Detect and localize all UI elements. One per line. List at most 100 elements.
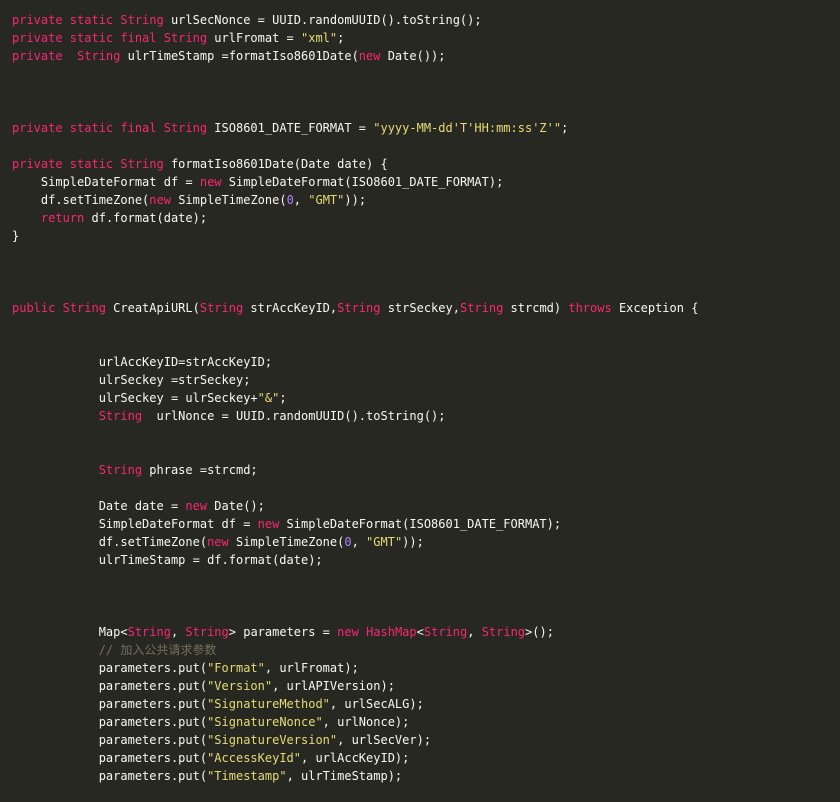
code-text: ulrSeckey = ulrSeckey+ [12, 391, 258, 405]
code-line: SimpleDateFormat df = new SimpleDateForm… [12, 515, 840, 533]
code-text: Map< [12, 625, 128, 639]
code-text: SimpleDateFormat(ISO8601_DATE_FORMAT); [221, 175, 504, 189]
code-line: SimpleDateFormat df = new SimpleDateForm… [12, 173, 840, 191]
code-text: phrase =strcmd; [142, 463, 258, 477]
code-text: strcmd) [503, 301, 569, 315]
code-editor[interactable]: private static String urlSecNonce = UUID… [12, 11, 840, 785]
code-text: ulrSeckey =strSeckey; [12, 373, 251, 387]
code-keyword: new [257, 517, 280, 531]
code-text: Date date = [12, 499, 186, 513]
code-keyword: new [199, 175, 222, 189]
code-string: "&" [257, 391, 280, 405]
code-text: Exception { [611, 301, 699, 315]
code-string: "yyyy-MM-dd'T'HH:mm:ss'Z'" [373, 121, 562, 135]
code-text: Date(); [207, 499, 265, 513]
code-keyword: private static final String [12, 31, 208, 45]
code-text: urlAccKeyID=strAccKeyID; [12, 355, 273, 369]
code-text: ulrTimeStamp = df.format(date); [12, 553, 323, 567]
code-line: String phrase =strcmd; [12, 461, 840, 479]
code-line: private static String urlSecNonce = UUID… [12, 11, 840, 29]
code-line: String urlNonce = UUID.randomUUID().toSt… [12, 407, 840, 425]
code-keyword: String [98, 463, 143, 477]
code-line: parameters.put("SignatureNonce", urlNonc… [12, 713, 840, 731]
code-text: , [293, 193, 309, 207]
code-keyword: String [98, 409, 143, 423]
code-text: parameters.put( [12, 715, 208, 729]
code-line: df.setTimeZone(new SimpleTimeZone(0, "GM… [12, 191, 840, 209]
code-text: parameters.put( [12, 769, 208, 783]
code-line: ulrTimeStamp = df.format(date); [12, 551, 840, 569]
code-text: parameters.put( [12, 679, 208, 693]
code-string: "AccessKeyId" [207, 751, 301, 765]
code-line: // 加入公共请求参数 [12, 641, 840, 659]
code-line: ulrSeckey =strSeckey; [12, 371, 840, 389]
code-text: , [467, 625, 482, 639]
code-keyword: String [423, 625, 468, 639]
code-keyword: new [358, 49, 381, 63]
code-comment: // 加入公共请求参数 [98, 643, 217, 657]
code-line: parameters.put("Timestamp", ulrTimeStamp… [12, 767, 840, 785]
code-text: > parameters = [228, 625, 338, 639]
code-text: parameters.put( [12, 733, 208, 747]
code-keyword: String [199, 301, 244, 315]
code-text: strSeckey, [380, 301, 460, 315]
code-text: >(); [525, 625, 554, 639]
code-text: df.setTimeZone( [12, 193, 150, 207]
code-text: parameters.put( [12, 751, 208, 765]
code-keyword: String [481, 625, 526, 639]
code-text: ; [561, 121, 569, 135]
code-line: ulrSeckey = ulrSeckey+"&"; [12, 389, 840, 407]
code-text: , urlAPIVersion); [272, 679, 395, 693]
code-keyword: private static final String [12, 121, 208, 135]
code-keyword: new [185, 499, 208, 513]
code-text: , urlAccKeyID); [301, 751, 410, 765]
code-text: )); [402, 535, 424, 549]
code-string: "xml" [301, 31, 338, 45]
code-text: )); [344, 193, 367, 207]
code-text: CreatApiURL( [105, 301, 200, 315]
code-text: ISO8601_DATE_FORMAT = [207, 121, 374, 135]
code-text: parameters.put( [12, 697, 208, 711]
code-text: , ulrTimeStamp); [286, 769, 403, 783]
code-string: "Timestamp" [207, 769, 287, 783]
code-line: private String ulrTimeStamp =formatIso86… [12, 47, 840, 65]
code-line: return df.format(date); [12, 209, 840, 227]
code-line: parameters.put("Version", urlAPIVersion)… [12, 677, 840, 695]
code-line: } [12, 227, 840, 245]
code-keyword: String [185, 625, 229, 639]
code-text: , urlFromat); [264, 661, 359, 675]
code-line: df.setTimeZone(new SimpleTimeZone(0, "GM… [12, 533, 840, 551]
code-string: "SignatureVersion" [207, 733, 338, 747]
code-line: parameters.put("SignatureMethod", urlSec… [12, 695, 840, 713]
code-text: SimpleDateFormat df = [12, 175, 200, 189]
code-number: 0 [286, 193, 294, 207]
code-line: urlAccKeyID=strAccKeyID; [12, 353, 840, 371]
code-line: public String CreatApiURL(String strAccK… [12, 299, 840, 317]
code-text: strAccKeyID, [243, 301, 338, 315]
code-text: ulrTimeStamp =formatIso8601Date( [120, 49, 359, 63]
code-line: parameters.put("Format", urlFromat); [12, 659, 840, 677]
code-text: Date()); [380, 49, 446, 63]
code-string: "GMT" [366, 535, 403, 549]
code-keyword: private static String [12, 13, 164, 27]
code-keyword: HashMap [366, 625, 417, 639]
code-text: , urlNonce); [322, 715, 410, 729]
code-text: SimpleTimeZone( [228, 535, 345, 549]
code-string: "SignatureMethod" [207, 697, 330, 711]
